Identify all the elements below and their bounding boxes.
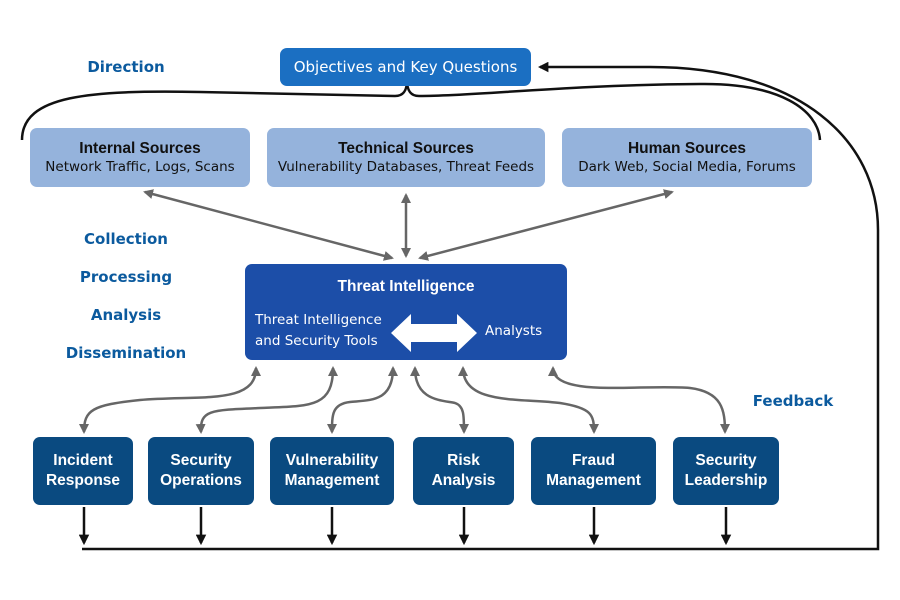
arrow-ti-incident (79, 366, 261, 434)
stage-dissemination: Dissemination (65, 344, 187, 362)
stage-processing: Processing (79, 268, 173, 286)
consumer-fraud-management: Fraud Management (531, 437, 656, 505)
double-arrow-icon (391, 314, 477, 352)
internal-sources-box: Internal Sources Network Traffic, Logs, … (30, 128, 250, 187)
stage-analysis: Analysis (90, 306, 162, 324)
consumer-label-line1: Security (695, 452, 757, 469)
consumer-label-line1: Incident (53, 452, 113, 469)
consumer-label-line2: Leadership (684, 472, 768, 489)
human-sources-box: Human Sources Dark Web, Social Media, Fo… (562, 128, 812, 187)
consumer-label-line2: Response (45, 472, 121, 489)
stage-direction: Direction (87, 58, 165, 76)
tools-label-line2: and Security Tools (255, 333, 378, 349)
consumer-label-line2: Operations (160, 472, 242, 489)
consumer-label-line2: Analysis (431, 472, 496, 489)
consumer-label-line1: Risk (447, 452, 480, 469)
consumer-label-line1: Fraud (571, 452, 616, 469)
arrow-human-ti (418, 189, 674, 261)
consumer-security-leadership: Security Leadership (673, 437, 779, 505)
consumer-risk-analysis: Risk Analysis (413, 437, 514, 505)
consumer-label-line2: Management (546, 472, 641, 489)
technical-sources-title: Technical Sources (338, 139, 474, 157)
arrow-internal-ti (143, 189, 394, 261)
technical-sources-subtitle: Vulnerability Databases, Threat Feeds (277, 158, 535, 175)
consumer-incident-response: Incident Response (33, 437, 133, 505)
consumer-label-line2: Management (284, 472, 380, 489)
objectives-label: Objectives and Key Questions (293, 58, 518, 76)
human-sources-title: Human Sources (627, 139, 746, 157)
arrow-ti-vuln (327, 366, 398, 434)
stage-collection: Collection (84, 230, 168, 248)
human-sources-subtitle: Dark Web, Social Media, Forums (578, 158, 796, 175)
arrow-ti-secops (195, 366, 338, 434)
consumer-label-line1: Security (170, 452, 232, 469)
consumer-label-line1: Vulnerability (285, 452, 379, 469)
tools-label: Threat Intelligence and Security Tools (255, 310, 385, 352)
arrow-ti-risk (410, 366, 469, 434)
objectives-box: Objectives and Key Questions (280, 48, 531, 86)
consumer-vulnerability-management: Vulnerability Management (270, 437, 394, 505)
technical-sources-box: Technical Sources Vulnerability Database… (267, 128, 545, 187)
arrow-ti-fraud (458, 366, 599, 434)
tools-label-line1: Threat Intelligence (255, 312, 382, 328)
internal-sources-subtitle: Network Traffic, Logs, Scans (45, 158, 235, 175)
stage-feedback: Feedback (752, 392, 834, 410)
internal-sources-title: Internal Sources (79, 139, 201, 157)
consumer-security-operations: Security Operations (148, 437, 254, 505)
threat-intelligence-title: Threat Intelligence (337, 278, 475, 295)
arrow-ti-leadership (548, 366, 730, 434)
analysts-label: Analysts (485, 323, 543, 339)
threat-intelligence-box: Threat Intelligence Threat Intelligence … (245, 264, 567, 360)
